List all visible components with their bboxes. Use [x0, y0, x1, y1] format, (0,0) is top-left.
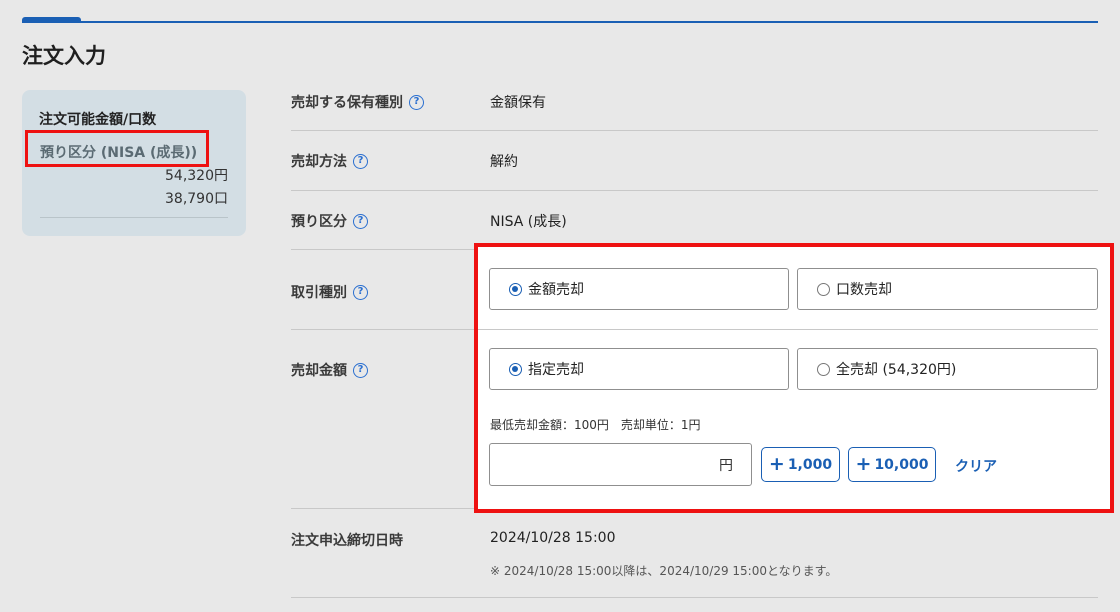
- question-circle-icon[interactable]: ?: [353, 213, 368, 229]
- sell-amount-option-all-label: 全売却 (54,320円): [836, 362, 957, 378]
- account-label-text: 預り区分: [291, 214, 347, 230]
- deadline-label: 注文申込締切日時: [291, 530, 403, 550]
- available-amount-title: 注文可能金額/口数: [39, 112, 157, 128]
- radio-unselected-icon[interactable]: [817, 282, 830, 296]
- trade-type-option-amount[interactable]: 金額売却: [489, 268, 789, 310]
- sell-method-value: 解約: [490, 154, 518, 170]
- add-1000-button[interactable]: + 1,000: [761, 447, 840, 482]
- holding-type-label: 売却する保有種別 ?: [291, 92, 424, 112]
- question-circle-icon[interactable]: ?: [353, 284, 368, 300]
- question-circle-icon[interactable]: ?: [353, 362, 368, 378]
- available-units-value: 38,790口: [165, 191, 228, 207]
- radio-unselected-icon[interactable]: [817, 362, 830, 376]
- sell-amount-label: 売却金額 ?: [291, 360, 368, 380]
- page-title: 注文入力: [22, 44, 106, 68]
- row-divider: [291, 130, 1098, 131]
- card-divider: [40, 217, 228, 218]
- plus-icon: +: [768, 453, 785, 475]
- question-circle-icon[interactable]: ?: [409, 94, 424, 110]
- deadline-value: 2024/10/28 15:00: [490, 530, 616, 546]
- add-10000-button[interactable]: + 10,000: [848, 447, 936, 482]
- account-label: 預り区分 ?: [291, 211, 368, 231]
- row-divider: [291, 249, 474, 250]
- sell-method-label: 売却方法 ?: [291, 151, 368, 171]
- trade-type-label: 取引種別 ?: [291, 282, 368, 302]
- sell-amount-label-text: 売却金額: [291, 363, 347, 379]
- plus-icon: +: [855, 453, 872, 475]
- available-amount-value: 54,320円: [165, 168, 228, 184]
- add-10000-label: 10,000: [874, 456, 929, 473]
- highlight-box-account: [25, 130, 209, 167]
- sell-method-label-text: 売却方法: [291, 154, 347, 170]
- sell-amount-input[interactable]: 円: [489, 443, 752, 486]
- trade-type-label-text: 取引種別: [291, 285, 347, 301]
- sell-amount-option-specified[interactable]: 指定売却: [489, 348, 789, 390]
- row-divider: [291, 190, 1098, 191]
- clear-link[interactable]: クリア: [955, 456, 997, 476]
- yen-unit-label: 円: [719, 457, 733, 474]
- trade-type-option-units-label: 口数売却: [836, 282, 892, 298]
- holding-type-value: 金額保有: [490, 95, 546, 111]
- deadline-label-text: 注文申込締切日時: [291, 533, 403, 549]
- account-value: NISA (成長): [490, 214, 567, 230]
- minimum-amount-note: 最低売却金額：100円 売却単位：1円: [490, 418, 701, 432]
- row-divider: [478, 329, 1098, 330]
- radio-selected-icon[interactable]: [509, 362, 522, 376]
- trade-type-option-amount-label: 金額売却: [528, 282, 584, 298]
- sell-amount-option-specified-label: 指定売却: [528, 362, 584, 378]
- row-divider: [291, 508, 474, 509]
- question-circle-icon[interactable]: ?: [353, 153, 368, 169]
- row-divider: [291, 329, 474, 330]
- row-divider: [291, 597, 1098, 598]
- deadline-note: ※ 2024/10/28 15:00以降は、2024/10/29 15:00とな…: [490, 564, 838, 578]
- radio-selected-icon[interactable]: [509, 282, 522, 296]
- add-1000-label: 1,000: [787, 456, 833, 473]
- sell-amount-option-all[interactable]: 全売却 (54,320円): [797, 348, 1098, 390]
- trade-type-option-units[interactable]: 口数売却: [797, 268, 1098, 310]
- holding-type-label-text: 売却する保有種別: [291, 95, 403, 111]
- header-rule: [22, 21, 1098, 23]
